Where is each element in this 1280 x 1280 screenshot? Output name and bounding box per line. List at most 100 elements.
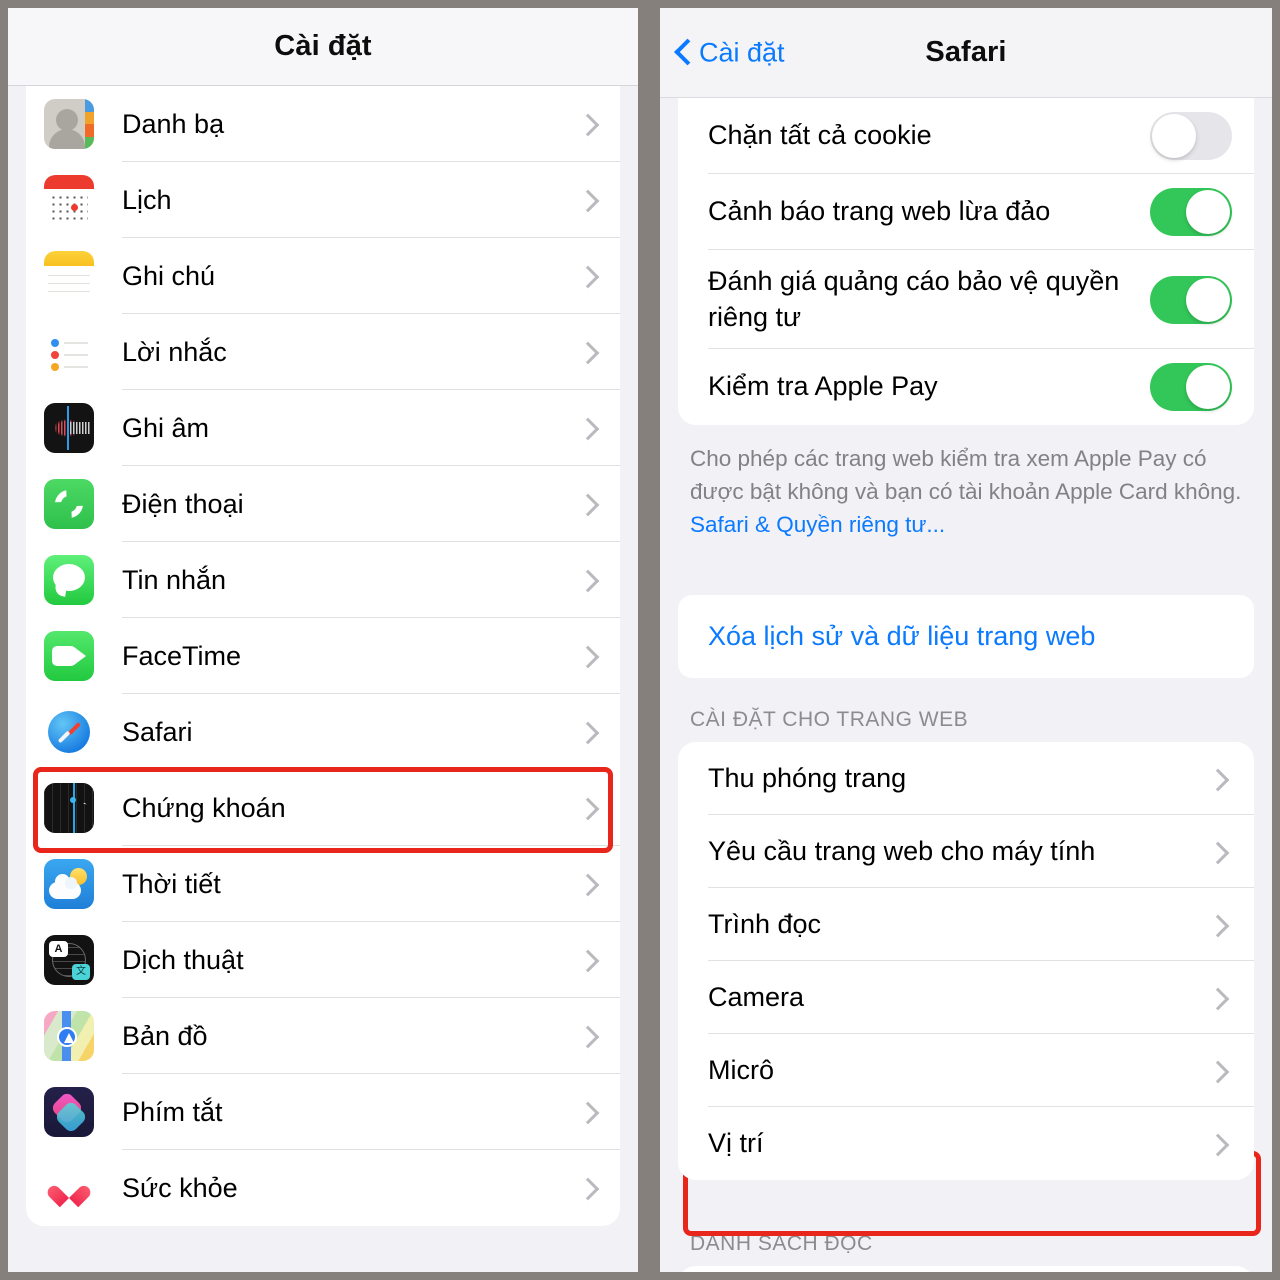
screenshot-stage: Cài đặt Danh bạ Lịch Ghi chú Lời nhắc Gh… [0,0,1280,1280]
privacy-settings-card: Chặn tất cả cookie Cảnh báo trang web lừ… [678,98,1254,426]
row-label: Vị trí [708,1127,764,1158]
chevron-right-icon [580,873,592,895]
chevron-right-icon [580,265,592,287]
settings-navbar: Cài đặt [8,8,638,86]
shortcuts-icon [44,1087,94,1137]
sidebar-item-lich[interactable]: Lịch [26,162,620,238]
row-block-all-cookies[interactable]: Chặn tất cả cookie [678,98,1254,174]
sidebar-item-danh-ba[interactable]: Danh bạ [26,86,620,162]
safari-privacy-link[interactable]: Safari & Quyền riêng tư... [690,509,1242,542]
sidebar-item-tin-nhan[interactable]: Tin nhắn [26,542,620,618]
row-label: Cảnh báo trang web lừa đảo [708,196,1051,227]
toggle-check-apple-pay[interactable] [1150,363,1232,412]
row-label: Camera [708,981,805,1012]
phone-icon [44,479,94,529]
sidebar-item-label: Sức khỏe [122,1172,238,1203]
sidebar-item-dien-thoai[interactable]: Điện thoại [26,466,620,542]
sidebar-item-label: Lời nhắc [122,336,227,367]
toggle-block-all-cookies[interactable] [1150,112,1232,160]
toggle-fraud-warning[interactable] [1150,188,1232,236]
sidebar-item-label: Bản đồ [122,1020,208,1051]
chevron-right-icon [580,341,592,363]
page-title: Safari [925,36,1007,68]
row-private-ad-measurement[interactable]: Đánh giá quảng cáo bảo vệ quyền riêng tư [678,250,1254,350]
sidebar-item-label: Lịch [122,184,172,215]
translate-letter-a: A [49,941,68,957]
contacts-icon [44,99,94,149]
sidebar-item-thoi-tiet[interactable]: Thời tiết [26,846,620,922]
clear-history-button[interactable]: Xóa lịch sử và dữ liệu trang web [678,595,1254,679]
row-label: Thu phóng trang [708,762,907,793]
sidebar-item-label: Chứng khoán [122,792,286,823]
chevron-right-icon [1210,1060,1222,1082]
stocks-icon [44,783,94,833]
settings-screen: Cài đặt Danh bạ Lịch Ghi chú Lời nhắc Gh… [8,8,638,1272]
row-page-zoom[interactable]: Thu phóng trang [678,742,1254,816]
website-settings-card: Thu phóng trang Yêu cầu trang web cho má… [678,742,1254,1181]
sidebar-item-label: Safari [122,716,193,747]
apple-pay-footnote: Cho phép các trang web kiểm tra xem Appl… [660,425,1272,549]
chevron-right-icon [1210,1133,1222,1155]
sidebar-item-suc-khoe[interactable]: Sức khỏe [26,1150,620,1226]
footnote-text: Cho phép các trang web kiểm tra xem Appl… [690,446,1242,504]
sidebar-item-label: Thời tiết [122,868,221,899]
website-settings-header: CÀI ĐẶT CHO TRANG WEB [690,708,969,732]
chevron-right-icon [580,569,592,591]
row-label: Đánh giá quảng cáo bảo vệ quyền riêng tư [708,266,1120,332]
sidebar-item-chung-khoan[interactable]: Chứng khoán [26,770,620,846]
chevron-right-icon [1210,914,1222,936]
safari-scroll-area[interactable]: Chặn tất cả cookie Cảnh báo trang web lừ… [660,98,1272,1272]
sidebar-item-ban-do[interactable]: Bản đồ [26,998,620,1074]
settings-scroll-area[interactable]: Danh bạ Lịch Ghi chú Lời nhắc Ghi âm Điệ… [8,86,638,1272]
chevron-right-icon [580,797,592,819]
row-label: Trình đọc [708,908,822,939]
toggle-private-ad-measurement[interactable] [1150,275,1232,324]
translate-letter-cjk: 文 [72,964,90,980]
back-button-label: Cài đặt [699,37,785,67]
row-check-apple-pay[interactable]: Kiểm tra Apple Pay [678,349,1254,426]
sidebar-item-label: Tin nhắn [122,564,227,595]
reminders-icon [44,327,94,377]
sidebar-item-ghi-chu[interactable]: Ghi chú [26,238,620,314]
sidebar-item-loi-nhac[interactable]: Lời nhắc [26,314,620,390]
sidebar-item-safari[interactable]: Safari [26,694,620,770]
translate-icon: A 文 [44,935,94,985]
facetime-icon [44,631,94,681]
back-button[interactable]: Cài đặt [676,37,785,68]
row-reader[interactable]: Trình đọc [678,888,1254,962]
sidebar-item-label: Điện thoại [122,488,244,519]
chevron-right-icon [1210,987,1222,1009]
sidebar-item-label: FaceTime [122,640,242,671]
reading-list-header: DANH SÁCH ĐỌC [690,1232,873,1256]
row-microphone[interactable]: Micrô [678,1034,1254,1108]
sidebar-item-label: Phím tắt [122,1096,223,1127]
chevron-right-icon [580,417,592,439]
sidebar-item-phim-tat[interactable]: Phím tắt [26,1074,620,1150]
sidebar-item-dich-thuat[interactable]: A 文 Dịch thuật [26,922,620,998]
chevron-right-icon [580,645,592,667]
chevron-right-icon [580,949,592,971]
sidebar-item-facetime[interactable]: FaceTime [26,618,620,694]
sidebar-item-label: Ghi chú [122,260,216,291]
safari-settings-screen: Cài đặt Safari Chặn tất cả cookie Cảnh b… [660,8,1272,1272]
maps-icon [44,1011,94,1061]
weather-icon [44,859,94,909]
row-label: Yêu cầu trang web cho máy tính [708,835,1096,866]
voice-memos-icon [44,403,94,453]
sidebar-item-label: Dịch thuật [122,944,244,975]
row-label: Micrô [708,1054,774,1085]
sidebar-item-ghi-am[interactable]: Ghi âm [26,390,620,466]
chevron-right-icon [580,1177,592,1199]
clear-history-wrapper: Xóa lịch sử và dữ liệu trang web [678,595,1261,1237]
settings-apps-card: Danh bạ Lịch Ghi chú Lời nhắc Ghi âm Điệ… [26,86,620,1226]
row-fraud-warning[interactable]: Cảnh báo trang web lừa đảo [678,174,1254,250]
row-camera[interactable]: Camera [678,961,1254,1035]
sidebar-item-label: Danh bạ [122,108,225,139]
row-location[interactable]: Vị trí [678,1107,1254,1181]
chevron-right-icon [580,1025,592,1047]
page-title: Cài đặt [274,30,372,62]
chevron-right-icon [580,113,592,135]
chevron-left-icon [676,40,691,66]
row-request-desktop-website[interactable]: Yêu cầu trang web cho máy tính [678,815,1254,889]
safari-icon [44,707,94,757]
